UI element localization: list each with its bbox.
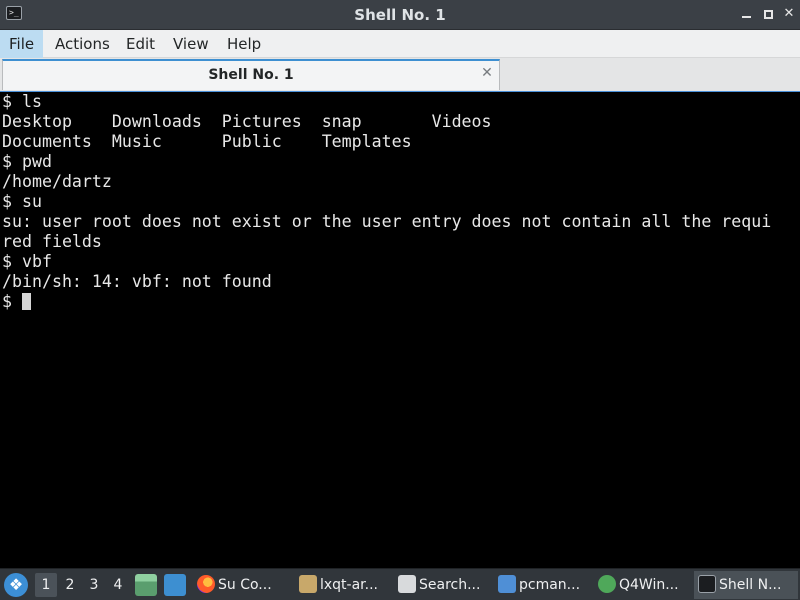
- menu-view[interactable]: View: [164, 30, 218, 58]
- tab-shell-1[interactable]: Shell No. 1 ✕: [2, 59, 500, 90]
- file-manager-icon[interactable]: [135, 574, 157, 596]
- menu-help[interactable]: Help: [218, 30, 270, 58]
- task-shell[interactable]: Shell N...: [694, 571, 798, 599]
- task-firefox[interactable]: Su Co...: [193, 571, 293, 599]
- tab-label: Shell No. 1: [208, 67, 294, 83]
- terminal-line: $ pwd: [2, 152, 52, 171]
- window-titlebar[interactable]: >_ Shell No. 1 ✕: [0, 0, 800, 30]
- task-q4wine[interactable]: Q4Win...: [594, 571, 692, 599]
- show-desktop-icon[interactable]: [164, 574, 186, 596]
- folder-icon: [498, 575, 516, 593]
- terminal-line: red fields: [2, 232, 102, 251]
- close-icon[interactable]: ✕: [781, 6, 797, 22]
- task-label: pcman...: [519, 577, 581, 593]
- maximize-icon[interactable]: [760, 6, 776, 22]
- package-search-icon: [398, 575, 416, 593]
- task-pcmanfm[interactable]: pcman...: [494, 571, 592, 599]
- close-icon[interactable]: ✕: [480, 66, 494, 80]
- archive-icon: [299, 575, 317, 593]
- menu-edit[interactable]: Edit: [117, 30, 164, 58]
- terminal-line: Desktop Downloads Pictures snap Videos: [2, 112, 492, 131]
- task-label: Search...: [419, 577, 481, 593]
- desktop-switch-4[interactable]: 4: [107, 573, 129, 597]
- taskbar: ❖ 1 2 3 4 Su Co... lxqt-ar... Search... …: [0, 568, 800, 600]
- terminal-cursor: [21, 293, 31, 310]
- terminal-line: su: user root does not exist or the user…: [2, 212, 772, 231]
- desktop-switch-2[interactable]: 2: [59, 573, 81, 597]
- terminal-line: /bin/sh: 14: vbf: not found: [2, 272, 272, 291]
- terminal-prompt-line[interactable]: $: [2, 292, 771, 312]
- window-title: Shell No. 1: [354, 6, 446, 24]
- minimize-icon[interactable]: [738, 6, 754, 22]
- task-label: lxqt-ar...: [320, 577, 379, 593]
- wine-icon: [598, 575, 616, 593]
- lxqt-menu-icon[interactable]: ❖: [4, 573, 28, 597]
- terminal-line: $ vbf: [2, 252, 52, 271]
- tab-bar: Shell No. 1 ✕: [0, 58, 800, 91]
- firefox-icon: [197, 575, 215, 593]
- terminal-icon: [698, 575, 716, 593]
- task-label: Shell N...: [719, 577, 782, 593]
- menu-actions[interactable]: Actions: [46, 30, 119, 58]
- task-label: Su Co...: [218, 577, 272, 593]
- terminal-prompt: $: [2, 292, 22, 311]
- terminal-line: $ su: [2, 192, 42, 211]
- terminal-line: Documents Music Public Templates: [2, 132, 412, 151]
- task-archive[interactable]: lxqt-ar...: [295, 571, 393, 599]
- desktop-switch-3[interactable]: 3: [83, 573, 105, 597]
- desktop-switch-1[interactable]: 1: [35, 573, 57, 597]
- terminal-lines: $ ls Desktop Downloads Pictures snap Vid…: [2, 92, 771, 312]
- terminal-line: $ ls: [2, 92, 42, 111]
- menu-bar: File Actions Edit View Help: [0, 30, 800, 58]
- terminal-line: /home/dartz: [2, 172, 112, 191]
- task-search[interactable]: Search...: [394, 571, 492, 599]
- task-label: Q4Win...: [619, 577, 679, 593]
- menu-file[interactable]: File: [0, 30, 44, 58]
- terminal-output[interactable]: $ ls Desktop Downloads Pictures snap Vid…: [0, 91, 800, 568]
